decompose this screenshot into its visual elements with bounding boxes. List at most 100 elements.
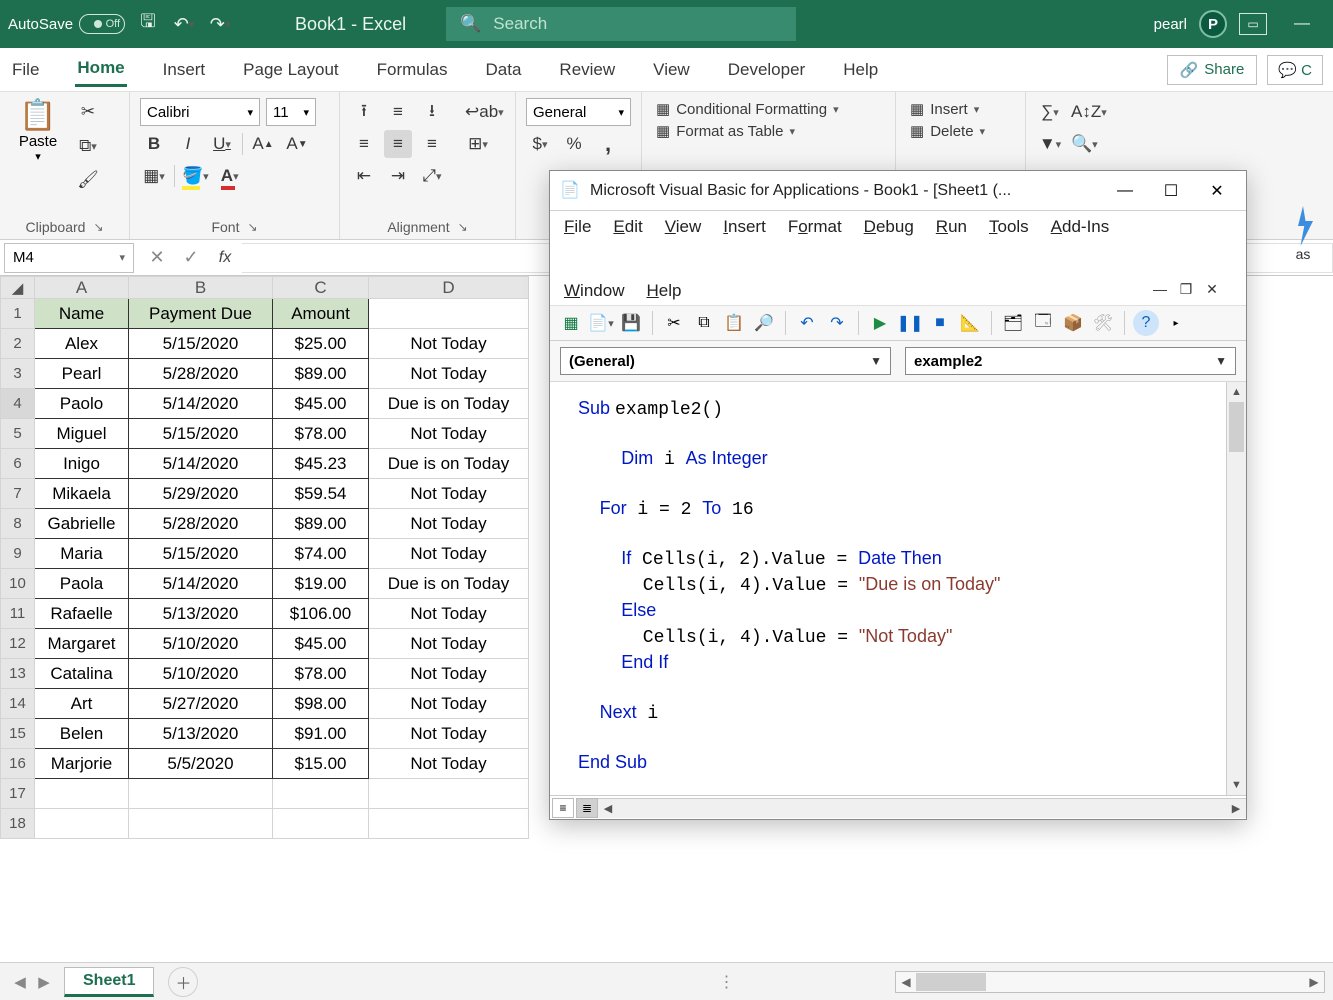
vba-mdi-restore-icon[interactable]: ❐: [1176, 281, 1196, 301]
new-sheet-button[interactable]: ＋: [168, 967, 198, 997]
cell[interactable]: 5/14/2020: [129, 389, 273, 419]
number-format-combo[interactable]: General▾: [526, 98, 631, 126]
italic-button[interactable]: I: [174, 130, 202, 158]
cell[interactable]: Not Today: [369, 479, 529, 509]
percent-format-icon[interactable]: %: [560, 130, 588, 158]
vba-project-explorer-icon[interactable]: 🗂: [1000, 310, 1026, 336]
decrease-indent-icon[interactable]: ⇤: [350, 162, 378, 190]
fill-icon[interactable]: ▼: [1036, 130, 1064, 158]
accounting-format-icon[interactable]: $: [526, 130, 554, 158]
avatar[interactable]: P: [1199, 10, 1227, 38]
cell[interactable]: Pearl: [35, 359, 129, 389]
vba-vertical-scrollbar[interactable]: ▲ ▼: [1226, 382, 1246, 795]
cell[interactable]: Not Today: [369, 509, 529, 539]
format-as-table-button[interactable]: ▦Format as Table: [652, 120, 885, 142]
sheet-tab-sheet1[interactable]: Sheet1: [64, 967, 154, 997]
cell[interactable]: [129, 779, 273, 809]
cell[interactable]: [369, 809, 529, 839]
row-header[interactable]: 4: [1, 389, 35, 419]
row-header[interactable]: 18: [1, 809, 35, 839]
font-launcher-icon[interactable]: ↘: [247, 220, 257, 234]
tab-file[interactable]: File: [10, 54, 41, 86]
cell[interactable]: Due is on Today: [369, 389, 529, 419]
cell[interactable]: [369, 779, 529, 809]
cell[interactable]: Not Today: [369, 329, 529, 359]
cell[interactable]: Belen: [35, 719, 129, 749]
vba-menu-view[interactable]: View: [665, 217, 702, 237]
enter-formula-icon[interactable]: ✓: [174, 243, 208, 273]
autosum-icon[interactable]: ∑: [1036, 98, 1064, 126]
cell[interactable]: Name: [35, 299, 129, 329]
cell[interactable]: 5/13/2020: [129, 719, 273, 749]
copy-icon[interactable]: ⧉: [74, 132, 102, 160]
insert-cells-button[interactable]: ▦Insert: [906, 98, 1015, 120]
row-header[interactable]: 1: [1, 299, 35, 329]
row-header[interactable]: 15: [1, 719, 35, 749]
cell[interactable]: $45.00: [273, 389, 369, 419]
cell[interactable]: 5/15/2020: [129, 419, 273, 449]
cell[interactable]: Due is on Today: [369, 569, 529, 599]
tab-insert[interactable]: Insert: [161, 54, 208, 86]
cut-icon[interactable]: ✂: [74, 98, 102, 126]
borders-icon[interactable]: ▦: [140, 162, 168, 190]
font-size-combo[interactable]: 11▾: [266, 98, 316, 126]
grid[interactable]: ◢ A B C D 1NamePayment DueAmount2Alex5/1…: [0, 276, 529, 839]
cell[interactable]: Rafaelle: [35, 599, 129, 629]
increase-font-icon[interactable]: A▲: [249, 130, 277, 158]
cell[interactable]: $74.00: [273, 539, 369, 569]
vba-undo-icon[interactable]: ↶: [794, 310, 820, 336]
cell[interactable]: $89.00: [273, 359, 369, 389]
cell[interactable]: Paola: [35, 569, 129, 599]
vba-menu-insert[interactable]: Insert: [723, 217, 766, 237]
align-right-icon[interactable]: ≡: [418, 130, 446, 158]
col-header-A[interactable]: A: [35, 277, 129, 299]
scrollbar-thumb[interactable]: [916, 973, 986, 991]
vba-toolbar-options-icon[interactable]: ▸: [1163, 310, 1189, 336]
vba-module-view-icon[interactable]: ≣: [576, 798, 598, 818]
row-header[interactable]: 11: [1, 599, 35, 629]
vba-scroll-left-icon[interactable]: ◀: [598, 799, 618, 818]
sheet-nav-next-icon[interactable]: ▶: [32, 973, 56, 991]
cell[interactable]: 5/28/2020: [129, 509, 273, 539]
row-header[interactable]: 7: [1, 479, 35, 509]
cell[interactable]: $98.00: [273, 689, 369, 719]
scroll-right-icon[interactable]: ▶: [1304, 975, 1324, 989]
cell[interactable]: Not Today: [369, 719, 529, 749]
cell[interactable]: Not Today: [369, 749, 529, 779]
cell[interactable]: $78.00: [273, 659, 369, 689]
row-header[interactable]: 16: [1, 749, 35, 779]
cell[interactable]: 5/14/2020: [129, 569, 273, 599]
vba-mdi-close-icon[interactable]: ✕: [1202, 281, 1222, 301]
scroll-left-icon[interactable]: ◀: [896, 975, 916, 989]
select-all-corner[interactable]: ◢: [1, 277, 35, 299]
ideas-button[interactable]: as: [1279, 198, 1327, 270]
cell[interactable]: 5/27/2020: [129, 689, 273, 719]
cell[interactable]: $91.00: [273, 719, 369, 749]
cell[interactable]: 5/28/2020: [129, 359, 273, 389]
increase-indent-icon[interactable]: ⇥: [384, 162, 412, 190]
vba-code-pane[interactable]: Sub example2() Dim i As Integer For i = …: [550, 382, 1246, 795]
cell[interactable]: $15.00: [273, 749, 369, 779]
vba-run-icon[interactable]: ▶: [867, 310, 893, 336]
vba-maximize-icon[interactable]: ☐: [1148, 173, 1194, 209]
vba-object-browser-icon[interactable]: 📦: [1060, 310, 1086, 336]
tab-review[interactable]: Review: [557, 54, 617, 86]
minimize-icon[interactable]: —: [1279, 0, 1325, 48]
name-box[interactable]: M4▾: [4, 243, 134, 273]
cell[interactable]: $89.00: [273, 509, 369, 539]
vba-minimize-icon[interactable]: —: [1102, 173, 1148, 209]
vba-reset-icon[interactable]: ■: [927, 310, 953, 336]
cell[interactable]: [273, 809, 369, 839]
orientation-icon[interactable]: ⤢: [418, 162, 446, 190]
cell[interactable]: Due is on Today: [369, 449, 529, 479]
cell[interactable]: $19.00: [273, 569, 369, 599]
row-header[interactable]: 6: [1, 449, 35, 479]
cell[interactable]: Not Today: [369, 599, 529, 629]
cell[interactable]: [273, 779, 369, 809]
row-header[interactable]: 17: [1, 779, 35, 809]
align-center-icon[interactable]: ≡: [384, 130, 412, 158]
vba-menu-file[interactable]: File: [564, 217, 591, 237]
vba-mdi-minimize-icon[interactable]: —: [1150, 281, 1170, 301]
cell[interactable]: 5/14/2020: [129, 449, 273, 479]
vba-break-icon[interactable]: ❚❚: [897, 310, 923, 336]
